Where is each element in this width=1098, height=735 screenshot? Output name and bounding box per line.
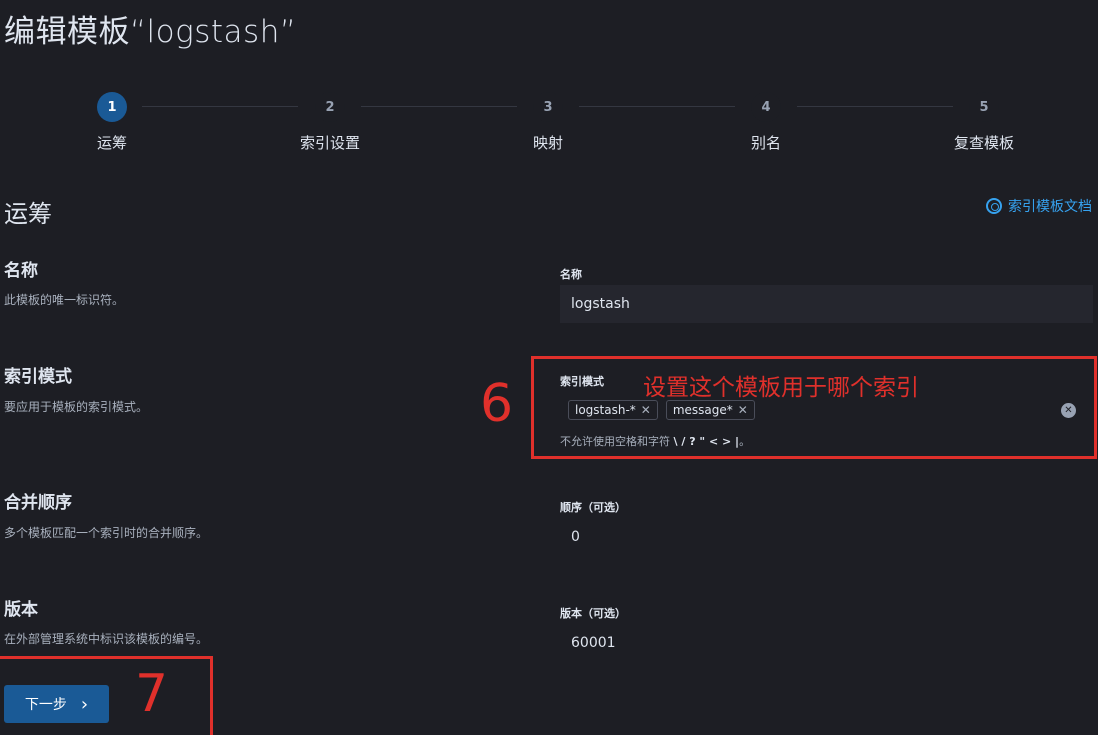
version-desc: 在外部管理系统中标识该模板的编号。: [4, 632, 209, 646]
section-title: 运筹: [4, 200, 52, 228]
step-label: 索引设置: [299, 134, 360, 152]
order-input[interactable]: 0: [560, 518, 1093, 556]
annotation-number-7: 7: [135, 664, 169, 724]
page-title: 编辑模板“logstash”: [4, 14, 297, 50]
name-field-label: 名称: [560, 268, 582, 281]
version-field-label: 版本（可选）: [560, 607, 626, 620]
annotation-text-6: 设置这个模板用于哪个索引: [643, 375, 919, 401]
step-5[interactable]: 5 复查模板: [924, 90, 1044, 153]
step-label: 复查模板: [953, 134, 1014, 152]
annotation-number-6: 6: [480, 374, 514, 434]
step-3[interactable]: 3 映射: [488, 90, 608, 153]
index-pattern-desc: 要应用于模板的索引模式。: [4, 400, 149, 414]
index-pattern-title: 索引模式: [4, 367, 72, 387]
step-number: 1: [97, 92, 127, 122]
order-desc: 多个模板匹配一个索引时的合并顺序。: [4, 526, 209, 540]
lifebuoy-icon: [986, 198, 1002, 214]
step-number: 2: [315, 92, 345, 122]
step-number: 5: [969, 92, 999, 122]
step-label: 映射: [532, 134, 563, 152]
name-desc: 此模板的唯一标识符。: [4, 293, 125, 307]
version-input[interactable]: 60001: [560, 624, 1093, 662]
name-title: 名称: [4, 261, 38, 281]
docs-link-label: 索引模板文档: [1008, 199, 1092, 215]
step-1[interactable]: 1 运筹: [52, 90, 172, 153]
order-field-label: 顺序（可选）: [560, 501, 626, 514]
step-2[interactable]: 2 索引设置: [270, 90, 390, 153]
annotation-box-7: [0, 656, 213, 735]
name-input[interactable]: logstash: [560, 285, 1093, 323]
step-4[interactable]: 4 别名: [706, 90, 826, 153]
docs-link[interactable]: 索引模板文档: [986, 196, 1092, 216]
order-title: 合并顺序: [4, 493, 72, 513]
step-label: 运筹: [96, 134, 127, 152]
step-number: 3: [533, 92, 563, 122]
step-label: 别名: [750, 134, 781, 152]
stepper: 1 运筹 2 索引设置 3 映射 4 别名 5 复查模板: [0, 90, 1098, 160]
version-title: 版本: [4, 600, 38, 620]
step-number: 4: [751, 92, 781, 122]
